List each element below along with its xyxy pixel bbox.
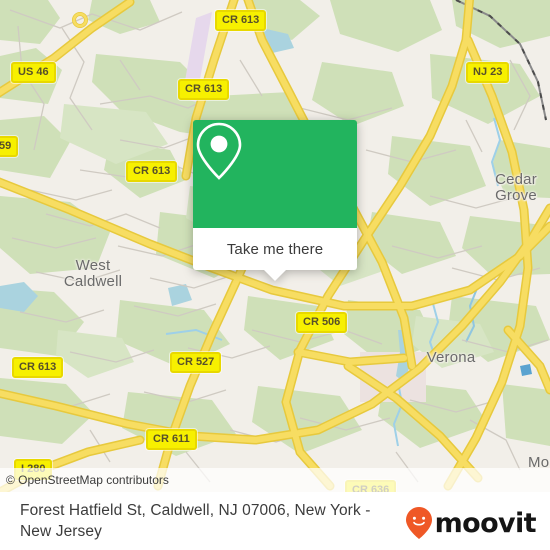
- osm-attribution-text[interactable]: © OpenStreetMap contributors: [6, 472, 169, 488]
- map-canvas[interactable]: West Caldwell Cedar Grove Verona Mo CR 6…: [0, 0, 550, 492]
- footer-bar: Forest Hatfield St, Caldwell, NJ 07006, …: [0, 492, 550, 550]
- callout-image-area: [193, 120, 357, 228]
- take-me-there-label: Take me there: [226, 240, 324, 258]
- shield-59: 59: [0, 136, 19, 157]
- shield-us-46: US 46: [11, 62, 56, 83]
- moovit-pin-logo: [405, 507, 432, 539]
- shield-cr-613-lower: CR 613: [12, 357, 64, 378]
- moovit-wordmark: moovit: [434, 507, 537, 539]
- shield-cr-506: CR 506: [296, 312, 348, 333]
- map-pin-icon: [196, 122, 242, 180]
- take-me-there-callout[interactable]: Take me there: [193, 120, 357, 281]
- callout-action-area[interactable]: Take me there: [193, 228, 357, 281]
- map-screenshot: West Caldwell Cedar Grove Verona Mo CR 6…: [0, 0, 550, 550]
- shield-nj-23: NJ 23: [466, 62, 510, 83]
- place-label-west-caldwell: West Caldwell: [63, 257, 123, 290]
- place-label-verona: Verona: [426, 349, 476, 366]
- shield-cr-527: CR 527: [170, 352, 222, 373]
- moovit-brand[interactable]: moovit: [404, 506, 537, 540]
- shield-cr-611: CR 611: [146, 429, 197, 450]
- osm-attribution-bar: © OpenStreetMap contributors: [0, 468, 550, 492]
- shield-cr-613-mid: CR 613: [126, 161, 178, 182]
- place-label-cedar-grove: Cedar Grove: [495, 171, 537, 204]
- shield-cr-613-top: CR 613: [215, 10, 267, 31]
- shield-cr-613-upper: CR 613: [178, 79, 230, 100]
- callout-pointer: [264, 270, 286, 281]
- location-title: Forest Hatfield St, Caldwell, NJ 07006, …: [20, 502, 371, 540]
